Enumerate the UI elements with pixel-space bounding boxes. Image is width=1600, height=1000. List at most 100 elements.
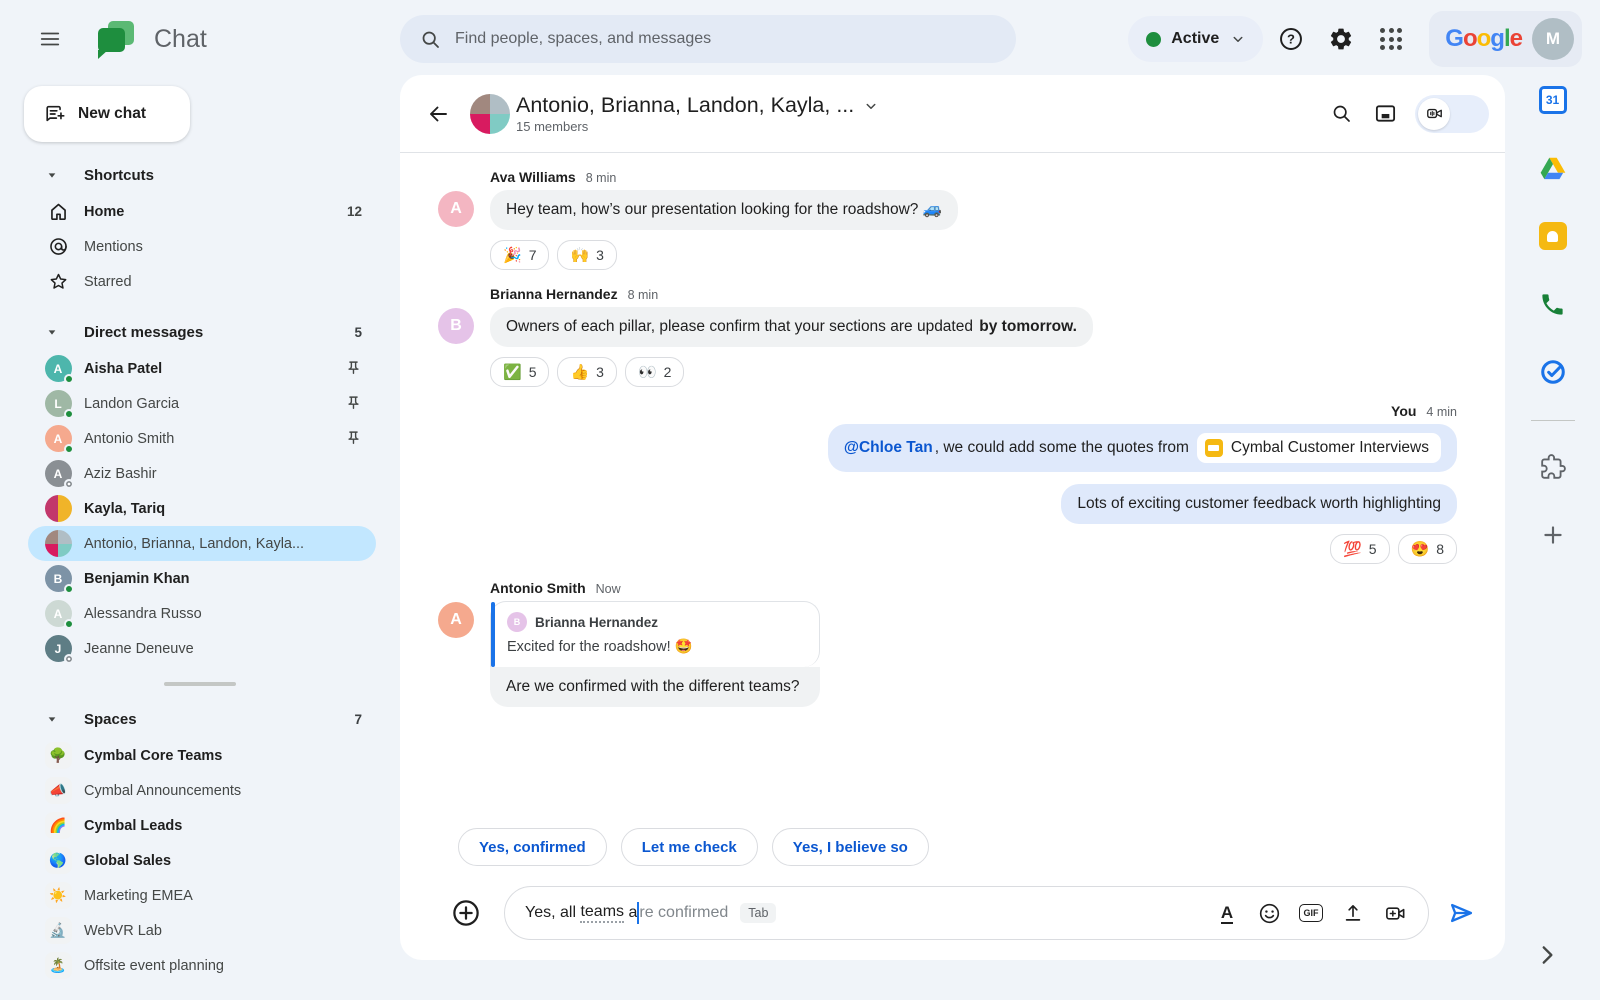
- smart-reply-chip[interactable]: Yes, confirmed: [458, 828, 607, 866]
- help-button[interactable]: ?: [1269, 17, 1313, 61]
- back-button[interactable]: [416, 92, 460, 136]
- reaction-pill[interactable]: 🎉7: [490, 240, 549, 270]
- main-menu-icon[interactable]: [28, 17, 72, 61]
- collapse-panel-button[interactable]: [1534, 942, 1560, 968]
- message-input[interactable]: Yes, all teams are confirmed Tab A GIF: [504, 886, 1429, 940]
- rail-keep-button[interactable]: [1531, 214, 1575, 258]
- reaction-emoji: 🎉: [503, 246, 522, 264]
- dm-item[interactable]: A Aziz Bashir: [28, 456, 376, 491]
- reaction-emoji: 👀: [638, 363, 657, 381]
- item-label: Benjamin Khan: [84, 571, 362, 587]
- reaction-pill[interactable]: 💯5: [1330, 534, 1389, 564]
- section-header-shortcuts[interactable]: Shortcuts: [28, 156, 376, 194]
- timestamp: 8 min: [586, 171, 617, 185]
- reaction-pill[interactable]: ✅5: [490, 357, 549, 387]
- item-label: Mentions: [84, 239, 362, 255]
- avatar: B: [438, 308, 474, 344]
- svg-text:?: ?: [1287, 32, 1295, 47]
- search-bar[interactable]: Find people, spaces, and messages: [400, 15, 1016, 63]
- dm-item[interactable]: Kayla, Tariq: [28, 491, 376, 526]
- rail-calendar-button[interactable]: 31: [1531, 78, 1575, 122]
- drive-file-name: Cymbal Customer Interviews: [1231, 437, 1429, 459]
- reaction-pill[interactable]: 😍8: [1398, 534, 1457, 564]
- reaction-emoji: 💯: [1343, 540, 1362, 558]
- sidebar-item-starred[interactable]: Starred: [28, 264, 376, 299]
- reaction-pill[interactable]: 👍3: [557, 357, 616, 387]
- item-label: Landon Garcia: [84, 396, 337, 412]
- space-item[interactable]: 🌳Cymbal Core Teams: [28, 738, 376, 773]
- dm-item[interactable]: AAntonio Smith: [28, 421, 376, 456]
- avatar: A: [44, 460, 72, 487]
- gif-button[interactable]: GIF: [1292, 894, 1330, 932]
- section-header-spaces[interactable]: Spaces7: [28, 700, 376, 738]
- pin-icon: [345, 360, 362, 377]
- user-mention[interactable]: @Chloe Tan: [844, 437, 933, 459]
- emoji-button[interactable]: [1250, 894, 1288, 932]
- sidebar-item-home[interactable]: Home12: [28, 194, 376, 229]
- item-label: Aziz Bashir: [84, 466, 362, 482]
- message-meta: Antonio SmithNow: [490, 580, 621, 596]
- split-pane-button[interactable]: [1363, 92, 1407, 136]
- section-resize-handle[interactable]: [164, 682, 236, 686]
- conversation-title-menu[interactable]: Antonio, Brianna, Landon, Kayla, ...: [516, 93, 880, 118]
- item-label: Jeanne Deneuve: [84, 641, 362, 657]
- settings-button[interactable]: [1319, 17, 1363, 61]
- active-status-dot: [1146, 32, 1161, 47]
- add-app-icon: [1540, 522, 1566, 548]
- add-attachment-button[interactable]: [448, 895, 484, 931]
- composer: Yes, all teams are confirmed Tab A GIF: [400, 872, 1505, 940]
- rail-tasks-button[interactable]: [1531, 350, 1575, 394]
- dm-item[interactable]: BBenjamin Khan: [28, 561, 376, 596]
- dm-item[interactable]: AAlessandra Russo: [28, 596, 376, 631]
- reaction-count: 3: [596, 364, 604, 380]
- section-header-direct-messages[interactable]: Direct messages5: [28, 313, 376, 351]
- dm-item[interactable]: LLandon Garcia: [28, 386, 376, 421]
- dm-item[interactable]: Antonio, Brianna, Landon, Kayla...: [28, 526, 376, 561]
- keep-icon: [1539, 222, 1567, 250]
- dm-item[interactable]: AAisha Patel: [28, 351, 376, 386]
- send-button[interactable]: [1439, 891, 1483, 935]
- space-item[interactable]: 📣Cymbal Announcements: [28, 773, 376, 808]
- smart-reply-chip[interactable]: Let me check: [621, 828, 758, 866]
- new-chat-button[interactable]: New chat: [24, 86, 190, 142]
- item-label: Kayla, Tariq: [84, 501, 362, 517]
- sidebar-item-mentions[interactable]: Mentions: [28, 229, 376, 264]
- drive-file-chip[interactable]: Cymbal Customer Interviews: [1197, 433, 1441, 463]
- dm-item[interactable]: JJeanne Deneuve: [28, 631, 376, 666]
- message-text: Owners of each pillar, please confirm th…: [506, 316, 973, 338]
- message-bubble: Hey team, how’s our presentation looking…: [490, 190, 958, 230]
- quote-author-name: Brianna Hernandez: [535, 615, 658, 630]
- video-call-toggle[interactable]: [1415, 95, 1489, 133]
- upload-icon: [1342, 902, 1364, 924]
- rail-drive-button[interactable]: [1531, 146, 1575, 190]
- search-in-conversation-button[interactable]: [1319, 92, 1363, 136]
- google-account[interactable]: Google M: [1429, 11, 1582, 67]
- reaction-pill[interactable]: 👀2: [625, 357, 684, 387]
- format-text-button[interactable]: A: [1208, 894, 1246, 932]
- upload-button[interactable]: [1334, 894, 1372, 932]
- rail-extensions-button[interactable]: [1531, 445, 1575, 489]
- space-item[interactable]: 🌈Cymbal Leads: [28, 808, 376, 843]
- reaction-pill[interactable]: 🙌3: [557, 240, 616, 270]
- status-selector[interactable]: Active: [1128, 16, 1263, 62]
- space-item[interactable]: ☀️Marketing EMEA: [28, 878, 376, 913]
- chevron-down-icon: [862, 97, 880, 115]
- quoted-message-card[interactable]: BBrianna HernandezExcited for the roadsh…: [490, 601, 820, 667]
- sender-avatar: A: [438, 191, 474, 270]
- home-icon: [44, 201, 72, 222]
- calendar-icon: 31: [1539, 86, 1567, 114]
- message-text: Lots of exciting customer feedback worth…: [1077, 493, 1441, 515]
- space-item[interactable]: 🌎Global Sales: [28, 843, 376, 878]
- space-item[interactable]: 🔬WebVR Lab: [28, 913, 376, 948]
- author-name: Antonio Smith: [490, 580, 586, 596]
- search-icon: [420, 29, 441, 50]
- video-message-button[interactable]: [1376, 894, 1414, 932]
- space-item[interactable]: 🏝️Offsite event planning: [28, 948, 376, 983]
- rail-voice-button[interactable]: [1531, 282, 1575, 326]
- profile-avatar[interactable]: M: [1532, 18, 1574, 60]
- google-apps-button[interactable]: [1369, 17, 1413, 61]
- message-body: Ava Williams8 minHey team, how’s our pre…: [490, 169, 958, 270]
- reaction-emoji: 👍: [570, 363, 589, 381]
- smart-reply-chip[interactable]: Yes, I believe so: [772, 828, 929, 866]
- rail-add-button[interactable]: [1531, 513, 1575, 557]
